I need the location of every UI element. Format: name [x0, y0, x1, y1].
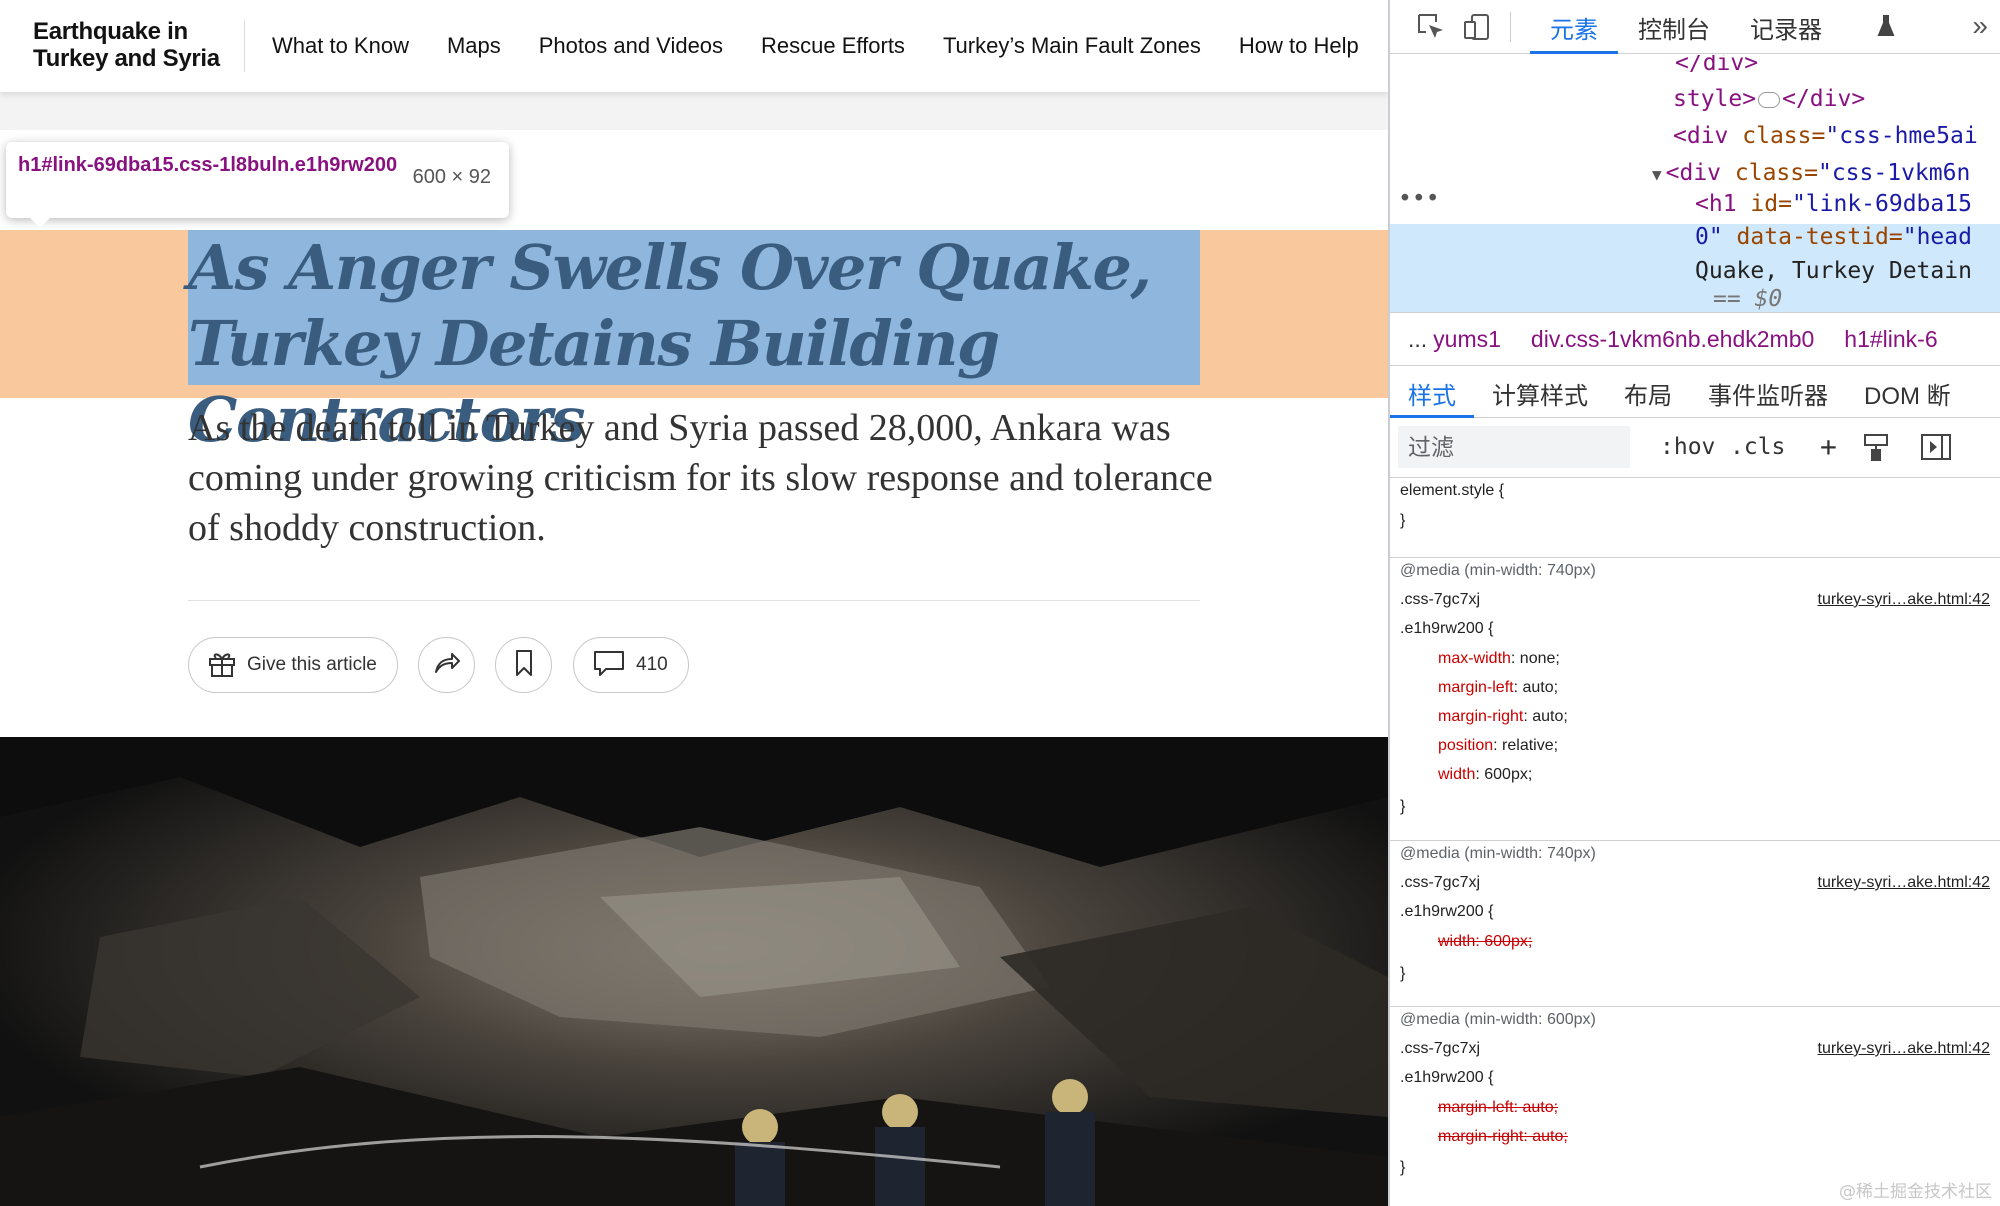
rule1-decl-position[interactable]: position: relative; [1438, 737, 1558, 755]
rule1-close-brace: } [1400, 798, 1406, 815]
flask-icon [1877, 14, 1895, 43]
comment-icon [592, 648, 626, 683]
rule2-source-link[interactable]: turkey-syri…ake.html:42 [1818, 874, 1991, 892]
rule3-media: @media (min-width: 600px) [1400, 1011, 1596, 1028]
bookmark-icon [512, 648, 536, 683]
dom-tree: </div> style> </div> <div class="css-hme5… [1390, 55, 2000, 312]
breadcrumb-item-yums1[interactable]: yums1 [1433, 326, 1501, 353]
nav-fault-zones[interactable]: Turkey’s Main Fault Zones [943, 33, 1201, 59]
tab-recorder[interactable]: 记录器 [1730, 0, 1842, 54]
nav-what-to-know[interactable]: What to Know [272, 33, 409, 59]
rule3-source-link[interactable]: turkey-syri…ake.html:42 [1818, 1040, 1991, 1058]
rule-close-brace: } [1400, 512, 1406, 529]
section-title-line2: Turkey and Syria [33, 45, 220, 72]
nav-how-to-help[interactable]: How to Help [1239, 33, 1359, 59]
inspector-size: 600 × 92 [412, 166, 491, 188]
new-rule-icon[interactable]: + [1820, 430, 1837, 463]
hero-photo [0, 737, 1388, 1206]
styles-filter-input[interactable] [1398, 426, 1630, 468]
tab-console[interactable]: 控制台 [1618, 0, 1730, 54]
dom-row-ellipsis[interactable]: ••• [1398, 181, 1440, 218]
rule2-media: @media (min-width: 740px) [1400, 845, 1596, 862]
gift-article-label: Give this article [247, 654, 377, 675]
rule1-media: @media (min-width: 740px) [1400, 562, 1596, 579]
dom-line-h1[interactable]: <h1 id="link-69dba15 [1695, 186, 1972, 223]
gift-article-button[interactable]: Give this article [188, 637, 398, 693]
tab-event-listeners[interactable]: 事件监听器 [1690, 366, 1846, 417]
rule3-decl-margin-left-overridden[interactable]: margin-left: auto; [1438, 1099, 1558, 1117]
section-title[interactable]: Earthquake in Turkey and Syria [33, 18, 220, 72]
article-summary: As the death toll in Turkey and Syria pa… [188, 407, 1213, 549]
sidebar-toggle-icon[interactable] [1920, 432, 1952, 467]
share-button[interactable] [418, 637, 475, 693]
dom-line-clipped: </div> [1675, 55, 1759, 76]
summary-divider [188, 600, 1200, 601]
dom-line-div-hme5ai[interactable]: <div class="css-hme5ai [1673, 118, 1978, 155]
dom-line-dollar0: == $0 [1713, 286, 1783, 312]
tab-layout[interactable]: 布局 [1606, 366, 1690, 417]
devtools-panel: 元素 控制台 记录器 » </div> style> </div> <div cl… [1388, 0, 2000, 1206]
rule-element-style[interactable]: element.style { } [1390, 478, 2000, 558]
rule1-selector-b: .e1h9rw200 { [1400, 620, 1494, 637]
rule1-source-link[interactable]: turkey-syri…ake.html:42 [1818, 591, 1991, 609]
device-toolbar-icon[interactable] [1462, 12, 1492, 47]
breadcrumb-item-h1[interactable]: h1#link-6 [1844, 326, 1937, 353]
expand-triangle-icon[interactable]: ▼ [1652, 165, 1662, 184]
inspect-element-icon[interactable] [1416, 12, 1446, 47]
rule-block-1[interactable]: @media (min-width: 740px) .css-7gc7xj tu… [1390, 558, 2000, 841]
breadcrumb-item-div[interactable]: div.css-1vkm6nb.ehdk2mb0 [1531, 326, 1814, 353]
rule1-decl-margin-right[interactable]: margin-right: auto; [1438, 708, 1568, 726]
rule3-close-brace: } [1400, 1159, 1406, 1176]
tab-dom-breakpoints[interactable]: DOM 断 [1846, 366, 1969, 417]
styles-subtabs: 样式 计算样式 布局 事件监听器 DOM 断 [1390, 366, 2000, 418]
webpage-viewport: Earthquake in Turkey and Syria What to K… [0, 0, 1388, 1206]
dom-line-style[interactable]: style> </div> [1673, 81, 1865, 118]
inspector-selector: h1#link-69dba15.css-1l8buln.e1h9rw200 [18, 154, 398, 176]
rule1-decl-width[interactable]: width: 600px; [1438, 766, 1532, 784]
rule2-close-brace: } [1400, 965, 1406, 982]
section-nav: What to Know Maps Photos and Videos Resc… [272, 0, 1359, 92]
hov-toggle[interactable]: :hov [1660, 434, 1715, 460]
comments-button[interactable]: 410 [573, 637, 689, 693]
watermark: @稀土掘金技术社区 [1839, 1182, 1992, 1202]
more-tabs-icon[interactable]: » [1972, 10, 1988, 42]
dom-breadcrumb: ... yums1 div.css-1vkm6nb.ehdk2mb0 h1#li… [1390, 312, 2000, 366]
header-gap [0, 92, 1388, 130]
share-icon [432, 648, 462, 683]
nav-photos-videos[interactable]: Photos and Videos [539, 33, 723, 59]
ellipsis-badge[interactable] [1758, 91, 1781, 108]
section-title-line1: Earthquake in [33, 18, 188, 45]
rule1-decl-max-width[interactable]: max-width: none; [1438, 650, 1560, 668]
breadcrumb-overflow[interactable]: ... [1408, 326, 1427, 353]
nav-rescue-efforts[interactable]: Rescue Efforts [761, 33, 905, 59]
rule2-selector-b: .e1h9rw200 { [1400, 903, 1494, 920]
devtools-toolbar: 元素 控制台 记录器 » [1390, 0, 2000, 54]
rule3-selector-b: .e1h9rw200 { [1400, 1069, 1494, 1086]
save-button[interactable] [495, 637, 552, 693]
nav-maps[interactable]: Maps [447, 33, 501, 59]
rule2-selector-a: .css-7gc7xj [1400, 874, 1481, 891]
element-style-selector: element.style { [1400, 482, 1505, 499]
styles-filter-bar: :hov .cls + [1390, 418, 2000, 478]
rule-block-2[interactable]: @media (min-width: 740px) .css-7gc7xj tu… [1390, 841, 2000, 1007]
tab-styles[interactable]: 样式 [1390, 366, 1474, 418]
devtools-tabs: 元素 控制台 记录器 [1530, 0, 1842, 54]
rule1-decl-margin-left[interactable]: margin-left: auto; [1438, 679, 1558, 697]
inspector-tooltip: h1#link-69dba15.css-1l8buln.e1h9rw200 60… [6, 142, 509, 228]
toolbar-divider [1510, 12, 1511, 42]
gift-icon [207, 648, 237, 683]
rule2-decl-width-overridden[interactable]: width: 600px; [1438, 933, 1532, 951]
cls-toggle[interactable]: .cls [1730, 434, 1785, 460]
rule3-selector-a: .css-7gc7xj [1400, 1040, 1481, 1057]
comment-count: 410 [636, 654, 668, 675]
rule1-selector-a: .css-7gc7xj [1400, 591, 1481, 608]
dom-line-h1-cont: 0" data-testid="head [1695, 224, 1972, 250]
nav-divider [244, 20, 245, 72]
tab-elements[interactable]: 元素 [1530, 0, 1618, 54]
paint-brush-icon[interactable] [1862, 432, 1890, 467]
rule3-decl-margin-right-overridden[interactable]: margin-right: auto; [1438, 1128, 1568, 1146]
site-header: Earthquake in Turkey and Syria What to K… [0, 0, 1388, 92]
tab-computed[interactable]: 计算样式 [1474, 366, 1606, 417]
